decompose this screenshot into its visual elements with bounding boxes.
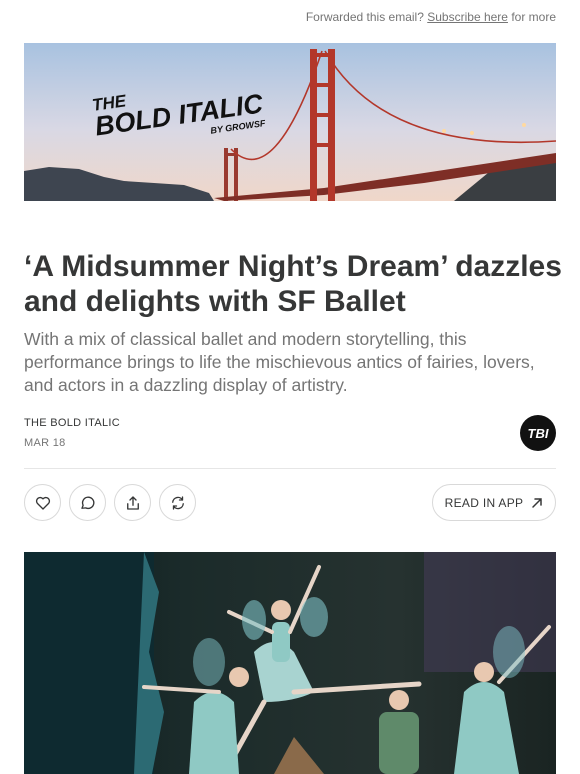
divider [24,468,556,469]
share-icon [126,495,139,510]
heart-icon [35,496,50,510]
publish-date: MAR 18 [24,437,66,449]
header-banner[interactable]: THE BOLD ITALIC BY GROWSF [24,43,556,201]
restack-icon [171,495,184,510]
article-subtitle: With a mix of classical ballet and moder… [24,329,535,395]
restack-button[interactable] [159,484,196,521]
comment-button[interactable] [69,484,106,521]
share-button[interactable] [114,484,151,521]
article-title[interactable]: ‘A Midsummer Night’s Dream’ dazzles and … [24,249,564,319]
like-button[interactable] [24,484,61,521]
forward-notice: Forwarded this email? Subscribe here for… [306,10,556,24]
forward-suffix: for more [511,10,556,24]
author-avatar[interactable]: TBI [520,415,556,451]
arrow-up-right-icon [532,497,543,508]
read-in-app-label: READ IN APP [444,495,524,510]
read-in-app-button[interactable]: READ IN APP [432,484,556,521]
author-name[interactable]: THE BOLD ITALIC [24,417,120,429]
article-photo[interactable] [24,552,556,774]
action-bar [24,484,196,521]
subscribe-link[interactable]: Subscribe here [427,10,508,24]
comment-icon [80,496,94,509]
byline: THE BOLD ITALIC MAR 18 [24,417,120,449]
forward-prefix: Forwarded this email? [305,10,424,24]
